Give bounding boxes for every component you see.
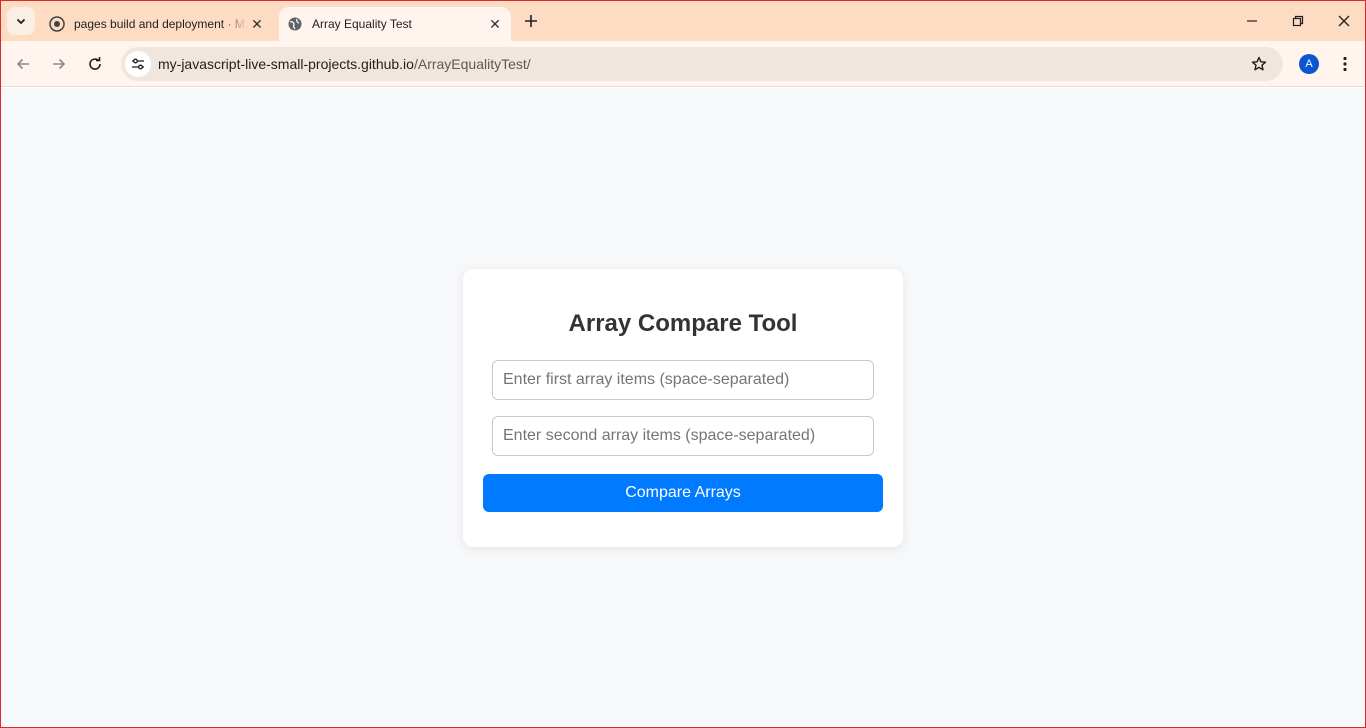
tab-search-button[interactable] — [7, 7, 35, 35]
github-icon — [49, 16, 65, 32]
url-path: /ArrayEqualityTest/ — [413, 56, 531, 72]
url-host: my-javascript-live-small-projects.github… — [158, 56, 414, 72]
minimize-button[interactable] — [1229, 1, 1275, 41]
close-window-button[interactable] — [1321, 1, 1365, 41]
minimize-icon — [1247, 20, 1257, 22]
arrow-right-icon — [53, 58, 66, 70]
browser-window: pages build and deployment · M ✕ Array E… — [0, 0, 1366, 728]
restore-button[interactable] — [1275, 1, 1321, 41]
close-icon — [1338, 15, 1350, 27]
compare-arrays-button[interactable]: Compare Arrays — [483, 474, 883, 512]
tab-strip: pages build and deployment · M ✕ Array E… — [1, 1, 1365, 41]
back-button[interactable] — [9, 50, 37, 78]
profile-avatar[interactable]: A — [1299, 54, 1319, 74]
more-vertical-icon — [1343, 56, 1347, 72]
restore-icon — [1292, 15, 1304, 27]
new-tab-button[interactable] — [519, 9, 543, 33]
tab-title: Array Equality Test — [312, 17, 412, 31]
globe-icon — [287, 16, 303, 32]
url-text: my-javascript-live-small-projects.github… — [158, 56, 531, 72]
reload-button[interactable] — [81, 50, 109, 78]
address-bar[interactable]: my-javascript-live-small-projects.github… — [121, 47, 1283, 81]
bookmark-star-button[interactable] — [1249, 54, 1269, 74]
page-content: Array Compare Tool Compare Arrays — [1, 88, 1365, 727]
second-array-input[interactable] — [492, 416, 874, 456]
browser-menu-button[interactable] — [1333, 50, 1357, 78]
forward-button[interactable] — [45, 50, 73, 78]
site-info-button[interactable] — [125, 51, 151, 77]
close-icon[interactable]: ✕ — [247, 14, 267, 34]
star-icon — [1251, 56, 1267, 71]
tab-array-equality[interactable]: Array Equality Test ✕ — [279, 7, 511, 41]
page-title: Array Compare Tool — [568, 310, 798, 337]
tab-title: pages build and deployment · M — [74, 17, 245, 31]
reload-icon — [89, 57, 101, 70]
close-icon[interactable]: ✕ — [485, 14, 505, 34]
plus-icon — [525, 15, 537, 27]
compare-card: Array Compare Tool Compare Arrays — [463, 269, 903, 547]
arrow-left-icon — [16, 58, 29, 70]
chevron-down-icon — [16, 18, 26, 25]
first-array-input[interactable] — [492, 360, 874, 400]
browser-toolbar: my-javascript-live-small-projects.github… — [1, 41, 1365, 87]
tab-pages-build[interactable]: pages build and deployment · M ✕ — [41, 7, 273, 41]
tune-icon — [132, 58, 144, 70]
